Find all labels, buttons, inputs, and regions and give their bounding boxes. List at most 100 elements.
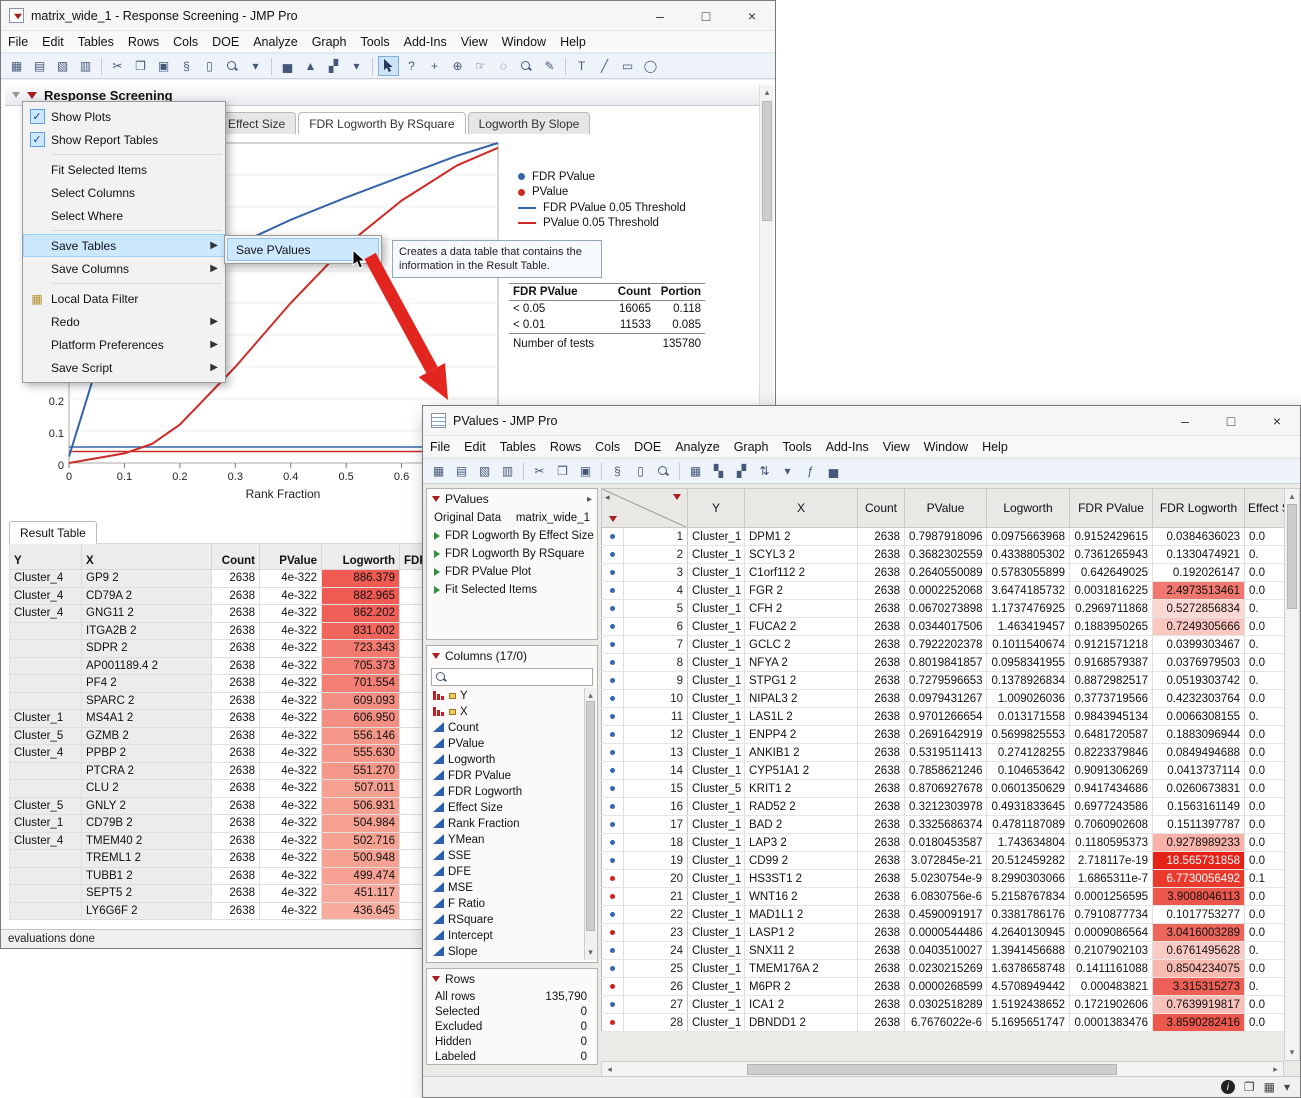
logworth-cell[interactable]: 0.5783055899 bbox=[987, 564, 1070, 582]
count-cell[interactable]: 2638 bbox=[858, 564, 905, 582]
count-cell[interactable]: 2638 bbox=[858, 1014, 905, 1032]
fdr-logworth-cell[interactable]: 0.0376979503 bbox=[1153, 654, 1245, 672]
pvalue-cell[interactable]: 4e-322 bbox=[260, 622, 322, 640]
pvalue-cell[interactable]: 0.7858621246 bbox=[905, 762, 987, 780]
row-number[interactable]: 25 bbox=[624, 960, 688, 978]
pvalue-cell[interactable]: 6.7676022e-6 bbox=[905, 1014, 987, 1032]
x-cell[interactable]: ANKIB1 2 bbox=[745, 744, 858, 762]
new-data-table-icon[interactable]: ▦ bbox=[428, 461, 449, 481]
lasso-tool-icon[interactable]: ◌ bbox=[493, 56, 514, 76]
effect-size-cell[interactable]: 0.0 bbox=[1245, 780, 1285, 798]
pvalue-cell[interactable]: 4e-322 bbox=[260, 902, 322, 920]
x-cell[interactable]: GP9 2 bbox=[82, 570, 212, 588]
maximize-button[interactable]: □ bbox=[1208, 406, 1254, 435]
logworth-cell[interactable]: 0.0958341955 bbox=[987, 654, 1070, 672]
red-triangle-menu-icon[interactable] bbox=[27, 92, 37, 99]
logworth-cell[interactable]: 502.716 bbox=[322, 832, 400, 850]
menu-edit[interactable]: Edit bbox=[457, 438, 493, 456]
grid-corner[interactable]: ◂ bbox=[602, 489, 688, 528]
fdr-pvalue-cell[interactable]: 0.0009086564 bbox=[1070, 924, 1153, 942]
row-number[interactable]: 22 bbox=[624, 906, 688, 924]
count-cell[interactable]: 2638 bbox=[858, 654, 905, 672]
run-script-icon[interactable]: § bbox=[607, 461, 628, 481]
pvalue-cell[interactable]: 0.0000268599 bbox=[905, 978, 987, 996]
row-state-marker[interactable] bbox=[602, 798, 624, 816]
logworth-cell[interactable]: 1.743634804 bbox=[987, 834, 1070, 852]
row-number[interactable]: 17 bbox=[624, 816, 688, 834]
annotate-tool-icon[interactable]: ✎ bbox=[539, 56, 560, 76]
y-cell[interactable] bbox=[10, 850, 82, 868]
fdr-pvalue-cell[interactable]: 0.6481720587 bbox=[1070, 726, 1153, 744]
logworth-cell[interactable]: 504.984 bbox=[322, 815, 400, 833]
y-cell[interactable]: Cluster_1 bbox=[688, 870, 745, 888]
effect-size-cell[interactable]: 0.0 bbox=[1245, 924, 1285, 942]
crosshair-tool-icon[interactable]: + bbox=[424, 56, 445, 76]
row-number[interactable]: 28 bbox=[624, 1014, 688, 1032]
x-cell[interactable]: NFYA 2 bbox=[745, 654, 858, 672]
copy-icon[interactable]: ❐ bbox=[552, 461, 573, 481]
fdr-logworth-cell[interactable]: 0.1017753277 bbox=[1153, 906, 1245, 924]
x-cell[interactable]: GZMB 2 bbox=[82, 727, 212, 745]
logworth-cell[interactable]: 723.343 bbox=[322, 640, 400, 658]
y-cell[interactable]: Cluster_5 bbox=[10, 797, 82, 815]
script-item-fdr-pvalue-plot[interactable]: FDR PValue Plot bbox=[427, 563, 597, 581]
count-cell[interactable]: 2638 bbox=[858, 798, 905, 816]
pvalue-cell[interactable]: 5.0230754e-9 bbox=[905, 870, 987, 888]
menu-add-ins[interactable]: Add-Ins bbox=[819, 438, 876, 456]
y-cell[interactable]: Cluster_1 bbox=[688, 942, 745, 960]
y-cell[interactable] bbox=[10, 622, 82, 640]
count-cell[interactable]: 2638 bbox=[212, 780, 260, 798]
menu-help[interactable]: Help bbox=[553, 33, 593, 51]
grid-col-header-effect-size[interactable]: Effect Size bbox=[1245, 489, 1285, 528]
x-cell[interactable]: PPBP 2 bbox=[82, 745, 212, 763]
fdr-pvalue-cell[interactable]: 0.0001256595 bbox=[1070, 888, 1153, 906]
row-state-marker[interactable] bbox=[602, 834, 624, 852]
logworth-cell[interactable]: 1.5192438652 bbox=[987, 996, 1070, 1014]
x-cell[interactable]: CD79A 2 bbox=[82, 587, 212, 605]
count-cell[interactable]: 2638 bbox=[858, 888, 905, 906]
fdr-pvalue-cell[interactable]: 0.9168579387 bbox=[1070, 654, 1153, 672]
effect-size-cell[interactable]: 0. bbox=[1245, 708, 1285, 726]
row-number[interactable]: 1 bbox=[624, 528, 688, 546]
fdr-logworth-cell[interactable]: 3.9008046113 bbox=[1153, 888, 1245, 906]
y-cell[interactable]: Cluster_4 bbox=[10, 745, 82, 763]
fdr-logworth-cell[interactable]: 0.0384636023 bbox=[1153, 528, 1245, 546]
menu-edit[interactable]: Edit bbox=[35, 33, 71, 51]
fdr-pvalue-cell[interactable]: 0.0001383476 bbox=[1070, 1014, 1153, 1032]
logworth-cell[interactable]: 551.270 bbox=[322, 762, 400, 780]
logworth-cell[interactable]: 4.5708949442 bbox=[987, 978, 1070, 996]
row-state-marker[interactable] bbox=[602, 528, 624, 546]
logworth-cell[interactable]: 506.931 bbox=[322, 797, 400, 815]
run-script-icon[interactable]: § bbox=[176, 56, 197, 76]
x-cell[interactable]: GNLY 2 bbox=[82, 797, 212, 815]
caret-down-icon[interactable]: ▾ bbox=[1284, 1080, 1290, 1094]
lock-icon[interactable]: ▯ bbox=[630, 461, 651, 481]
y-cell[interactable]: Cluster_1 bbox=[688, 636, 745, 654]
result-col-header-x[interactable]: X bbox=[82, 544, 212, 570]
effect-size-cell[interactable]: 0.0 bbox=[1245, 690, 1285, 708]
grid-col-header-fdr-logworth[interactable]: FDR Logworth bbox=[1153, 489, 1245, 528]
count-cell[interactable]: 2638 bbox=[858, 618, 905, 636]
x-cell[interactable]: SDPR 2 bbox=[82, 640, 212, 658]
count-cell[interactable]: 2638 bbox=[212, 605, 260, 623]
x-cell[interactable]: WNT16 2 bbox=[745, 888, 858, 906]
effect-size-cell[interactable]: 0.0 bbox=[1245, 834, 1285, 852]
new-data-table-icon[interactable]: ▦ bbox=[6, 56, 27, 76]
row-number[interactable]: 6 bbox=[624, 618, 688, 636]
fdr-pvalue-cell[interactable]: 1.6865311e-7 bbox=[1070, 870, 1153, 888]
grid-col-header-logworth[interactable]: Logworth bbox=[987, 489, 1070, 528]
logworth-cell[interactable]: 1.1737476925 bbox=[987, 600, 1070, 618]
red-triangle-menu-icon[interactable] bbox=[432, 976, 440, 982]
pvalue-cell[interactable]: 4e-322 bbox=[260, 885, 322, 903]
y-cell[interactable]: Cluster_1 bbox=[688, 600, 745, 618]
column-item-effect-size[interactable]: Effect Size bbox=[428, 800, 584, 816]
pvalue-cell[interactable]: 4e-322 bbox=[260, 657, 322, 675]
count-cell[interactable]: 2638 bbox=[212, 797, 260, 815]
row-state-marker[interactable] bbox=[602, 816, 624, 834]
pvalue-cell[interactable]: 0.7279596653 bbox=[905, 672, 987, 690]
pvalue-cell[interactable]: 3.072845e-21 bbox=[905, 852, 987, 870]
column-item-rsquare[interactable]: RSquare bbox=[428, 912, 584, 928]
count-cell[interactable]: 2638 bbox=[858, 834, 905, 852]
effect-size-cell[interactable]: 0.0 bbox=[1245, 852, 1285, 870]
result-col-header-count[interactable]: Count bbox=[212, 544, 260, 570]
